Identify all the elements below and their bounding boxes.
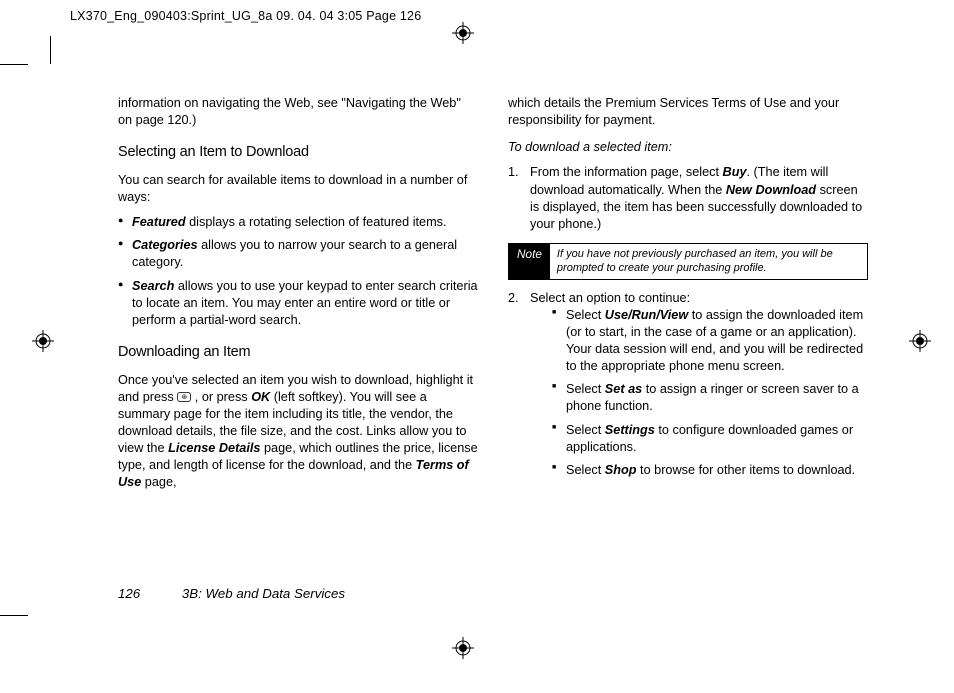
section-title: 3B: Web and Data Services	[182, 586, 345, 601]
step-number: 2.	[508, 290, 519, 307]
registration-mark-icon	[452, 22, 474, 44]
bullet-list: Featured displays a rotating selection o…	[118, 214, 478, 329]
text: From the information page, select	[530, 165, 723, 179]
term-license-details: License Details	[168, 441, 260, 455]
column-right: which details the Premium Services Terms…	[508, 95, 868, 492]
text: Select	[566, 423, 605, 437]
note-text: If you have not previously purchased an …	[550, 244, 867, 279]
term-search: Search	[132, 279, 174, 293]
ok-key-icon: ⊛	[177, 392, 191, 402]
list-item: Select Shop to browse for other items to…	[552, 462, 868, 479]
page-footer: 126 3B: Web and Data Services	[118, 586, 345, 601]
column-left: information on navigating the Web, see "…	[118, 95, 478, 492]
term-new-download: New Download	[726, 183, 816, 197]
list-item: Select Set as to assign a ringer or scre…	[552, 381, 868, 415]
continuation-text: information on navigating the Web, see "…	[118, 95, 478, 129]
list-item: Featured displays a rotating selection o…	[118, 214, 478, 231]
term-use-run-view: Use/Run/View	[605, 308, 688, 322]
print-header: LX370_Eng_090403:Sprint_UG_8a 09. 04. 04…	[70, 9, 421, 23]
heading-selecting: Selecting an Item to Download	[118, 143, 478, 163]
term-buy: Buy	[723, 165, 747, 179]
lead-in: To download a selected item:	[508, 139, 868, 156]
term-shop: Shop	[605, 463, 637, 477]
text: Select	[566, 382, 605, 396]
list-item: 1. From the information page, select Buy…	[508, 164, 868, 233]
text: Select	[566, 308, 605, 322]
numbered-list: 2. Select an option to continue: Select …	[508, 290, 868, 479]
text: to browse for other items to download.	[637, 463, 856, 477]
text: displays a rotating selection of feature…	[186, 215, 447, 229]
step-number: 1.	[508, 164, 519, 181]
list-item: Select Settings to configure downloaded …	[552, 422, 868, 456]
text: , or press	[191, 390, 251, 404]
term-settings: Settings	[605, 423, 655, 437]
term-set-as: Set as	[605, 382, 642, 396]
crop-mark	[0, 615, 28, 616]
crop-mark	[0, 64, 28, 65]
list-item: Categories allows you to narrow your sea…	[118, 237, 478, 271]
paragraph: You can search for available items to do…	[118, 172, 478, 206]
registration-mark-icon	[452, 637, 474, 659]
term-categories: Categories	[132, 238, 198, 252]
numbered-list: 1. From the information page, select Buy…	[508, 164, 868, 233]
heading-downloading: Downloading an Item	[118, 343, 478, 363]
page-body: information on navigating the Web, see "…	[118, 95, 868, 492]
text: Select an option to continue:	[530, 291, 690, 305]
list-item: Search allows you to use your keypad to …	[118, 278, 478, 329]
text: page,	[141, 475, 176, 489]
term-ok: OK	[251, 390, 270, 404]
registration-mark-icon	[32, 330, 54, 352]
registration-mark-icon	[909, 330, 931, 352]
text: allows you to use your keypad to enter s…	[132, 279, 478, 327]
paragraph: Once you've selected an item you wish to…	[118, 372, 478, 492]
term-featured: Featured	[132, 215, 186, 229]
note-box: Note If you have not previously purchase…	[508, 243, 868, 280]
note-label: Note	[509, 244, 550, 279]
text: Select	[566, 463, 605, 477]
crop-mark	[50, 36, 51, 64]
page-number: 126	[118, 586, 140, 601]
list-item: Select Use/Run/View to assign the downlo…	[552, 307, 868, 376]
sub-list: Select Use/Run/View to assign the downlo…	[552, 307, 868, 479]
continuation-text: which details the Premium Services Terms…	[508, 95, 868, 129]
list-item: 2. Select an option to continue: Select …	[508, 290, 868, 479]
